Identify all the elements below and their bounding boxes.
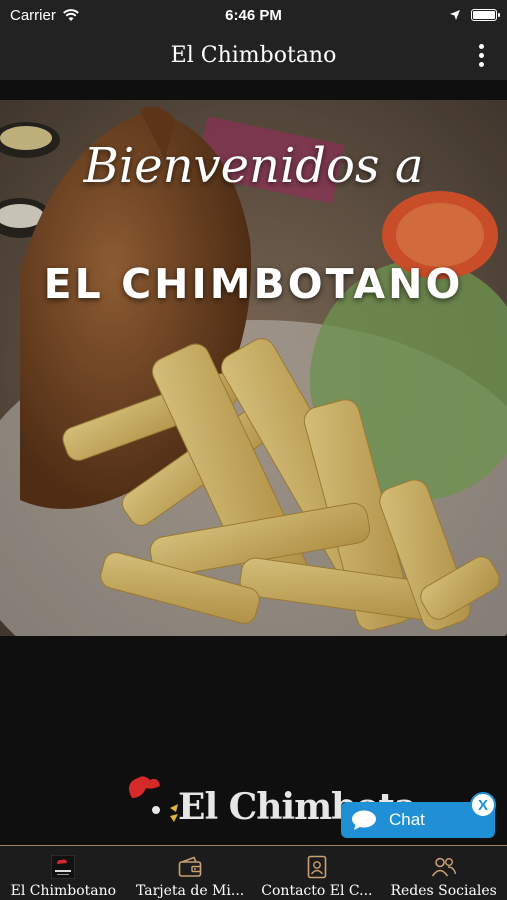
tab-label: El Chimbotano: [10, 883, 117, 899]
more-menu-button[interactable]: [471, 40, 491, 70]
hero-title: EL CHIMBOTANO: [43, 260, 464, 308]
battery-icon: [471, 9, 500, 21]
rooster-icon: [129, 776, 178, 822]
more-vertical-icon: [478, 43, 484, 49]
carrier-label: Carrier: [10, 6, 56, 24]
tab-label: Redes Sociales: [390, 883, 497, 899]
carrier-info: Carrier: [10, 7, 80, 24]
bottom-tab-bar: El Chimbotano Tarjeta de Mi... Contacto …: [0, 845, 507, 900]
brand-logo: El Chimbota: [120, 768, 417, 834]
tab-redes-sociales[interactable]: Redes Sociales: [380, 846, 507, 900]
contact-card-icon: [307, 854, 327, 880]
app-logo-icon: [51, 854, 76, 880]
tab-label: Tarjeta de Mi...: [136, 883, 245, 899]
hero-welcome-text: Bienvenidos a: [83, 138, 424, 194]
chat-close-button[interactable]: X: [470, 792, 496, 818]
chat-bubble-icon: [352, 810, 376, 830]
chat-label: Chat: [389, 810, 425, 829]
location-arrow-icon: [450, 10, 460, 20]
users-icon: [431, 854, 457, 880]
navigation-bar: El Chimbotano: [0, 30, 507, 80]
tab-label: Contacto El C...: [261, 883, 373, 899]
tab-el-chimbotano[interactable]: El Chimbotano: [0, 846, 127, 900]
hero-banner: Bienvenidos a EL CHIMBOTANO: [0, 100, 507, 636]
tab-contacto[interactable]: Contacto El C...: [254, 846, 381, 900]
wallet-icon: [178, 854, 202, 880]
wifi-icon: [62, 9, 79, 21]
status-bar: Carrier 6:46 PM: [0, 0, 507, 30]
tab-tarjeta[interactable]: Tarjeta de Mi...: [127, 846, 254, 900]
page-title: El Chimbotano: [170, 42, 337, 68]
